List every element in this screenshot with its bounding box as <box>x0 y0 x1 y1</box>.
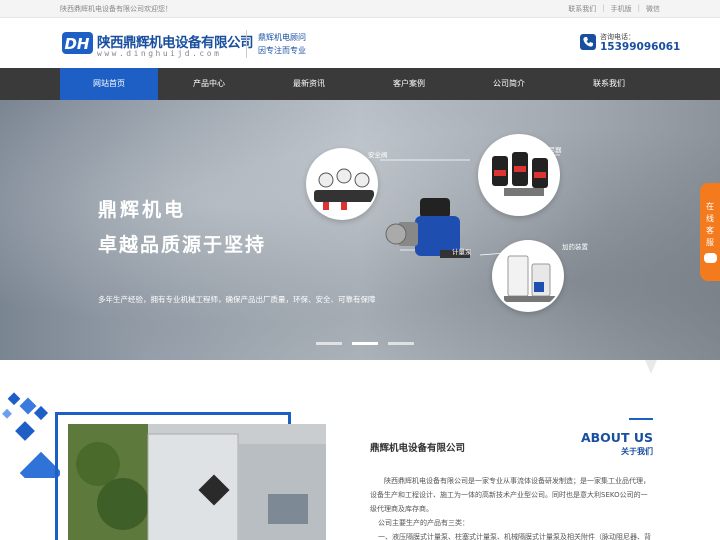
brand-url: www.dinghuijd.com <box>97 49 222 58</box>
slogan-line-2: 因专注而专业 <box>258 46 306 55</box>
top-link-mobile[interactable]: 手机版 <box>611 4 632 14</box>
hero-banner[interactable]: 安全阀 阻尼器 计量泵 加药装置 鼎辉机电 卓越品质源于坚持 多年生产经验，拥有… <box>0 100 720 360</box>
label-safety-valve: 安全阀 <box>368 151 388 159</box>
nav-news[interactable]: 最新资讯 <box>260 68 358 100</box>
nav-home[interactable]: 网站首页 <box>60 68 158 100</box>
top-link-contact[interactable]: 联系我们 <box>568 4 596 14</box>
phone-number[interactable]: 15399096061 <box>600 41 680 53</box>
slogan-line-1: 鼎辉机电顾问 <box>258 33 306 42</box>
about-section: 鼎辉机电设备有限公司 ABOUT US 关于我们 陕西鼎辉机电设备有限公司是一家… <box>0 360 720 540</box>
office-photo <box>68 424 326 540</box>
top-bar: 陕西鼎辉机电设备有限公司欢迎您！ 联系我们 | 手机版 | 微信 <box>0 0 720 18</box>
about-title-en: ABOUT US <box>580 430 653 445</box>
separator: | <box>602 4 605 12</box>
nav-products[interactable]: 产品中心 <box>160 68 258 100</box>
logo-icon[interactable]: DH <box>60 30 94 56</box>
welcome-text: 陕西鼎辉机电设备有限公司欢迎您！ <box>60 5 172 13</box>
label-damper: 阻尼器 <box>542 146 562 154</box>
hero-title-1: 鼎辉机电 <box>98 199 187 221</box>
metering-pump-image <box>385 198 470 258</box>
hero-description: 多年生产经验，拥有专业机械工程师，确保产品出厂质量，环保、安全、可靠有保障 <box>98 295 376 304</box>
title-accent-line <box>629 418 653 420</box>
chat-bubble-icon <box>703 253 717 263</box>
slider-dot-active[interactable] <box>352 342 378 345</box>
brand-name: 陕西鼎辉机电设备有限公司 <box>97 35 254 51</box>
separator: | <box>637 4 640 12</box>
about-title-cn: 关于我们 <box>621 447 653 456</box>
nav-cases[interactable]: 客户案例 <box>360 68 458 100</box>
hero-title-2: 卓越品质源于坚持 <box>98 234 267 256</box>
label-dosing-device: 加药装置 <box>562 243 588 251</box>
about-text-3: 一、液压隔膜式计量泵、柱塞式计量泵、机械隔膜式计量泵及相关附件（脉动阻尼器、背 <box>378 533 651 540</box>
about-paragraph: 陕西鼎辉机电设备有限公司是一家专业从事流体设备研发制造；是一家集工业品代理，设备… <box>370 474 653 540</box>
main-nav: 网站首页 产品中心 最新资讯 客户案例 公司简介 联系我们 <box>0 68 720 100</box>
about-text-1: 陕西鼎辉机电设备有限公司是一家专业从事流体设备研发制造；是一家集工业品代理，设备… <box>370 477 650 513</box>
phone-icon <box>580 34 596 50</box>
header-divider <box>246 30 247 58</box>
nav-contact[interactable]: 联系我们 <box>560 68 658 100</box>
dosing-device-image <box>492 240 564 312</box>
about-text-2: 公司主要生产的产品有三类： <box>378 519 469 527</box>
triangle-pointer <box>645 360 657 374</box>
slider-dots <box>316 342 414 345</box>
slider-dot[interactable] <box>316 342 342 345</box>
label-metering-pump: 计量泵 <box>452 248 472 256</box>
top-links: 联系我们 | 手机版 | 微信 <box>568 4 660 14</box>
slider-dot[interactable] <box>388 342 414 345</box>
top-link-wechat[interactable]: 微信 <box>646 4 660 14</box>
online-service-tab[interactable]: 在线客服 <box>700 183 720 281</box>
online-service-label: 在线客服 <box>706 202 714 247</box>
decor-diamonds <box>2 392 60 478</box>
about-company-name: 鼎辉机电设备有限公司 <box>370 443 466 454</box>
site-header: DH 陕西鼎辉机电设备有限公司 www.dinghuijd.com 鼎辉机电顾问… <box>0 18 720 68</box>
logo-letters: DH <box>64 35 89 53</box>
nav-about[interactable]: 公司简介 <box>460 68 558 100</box>
